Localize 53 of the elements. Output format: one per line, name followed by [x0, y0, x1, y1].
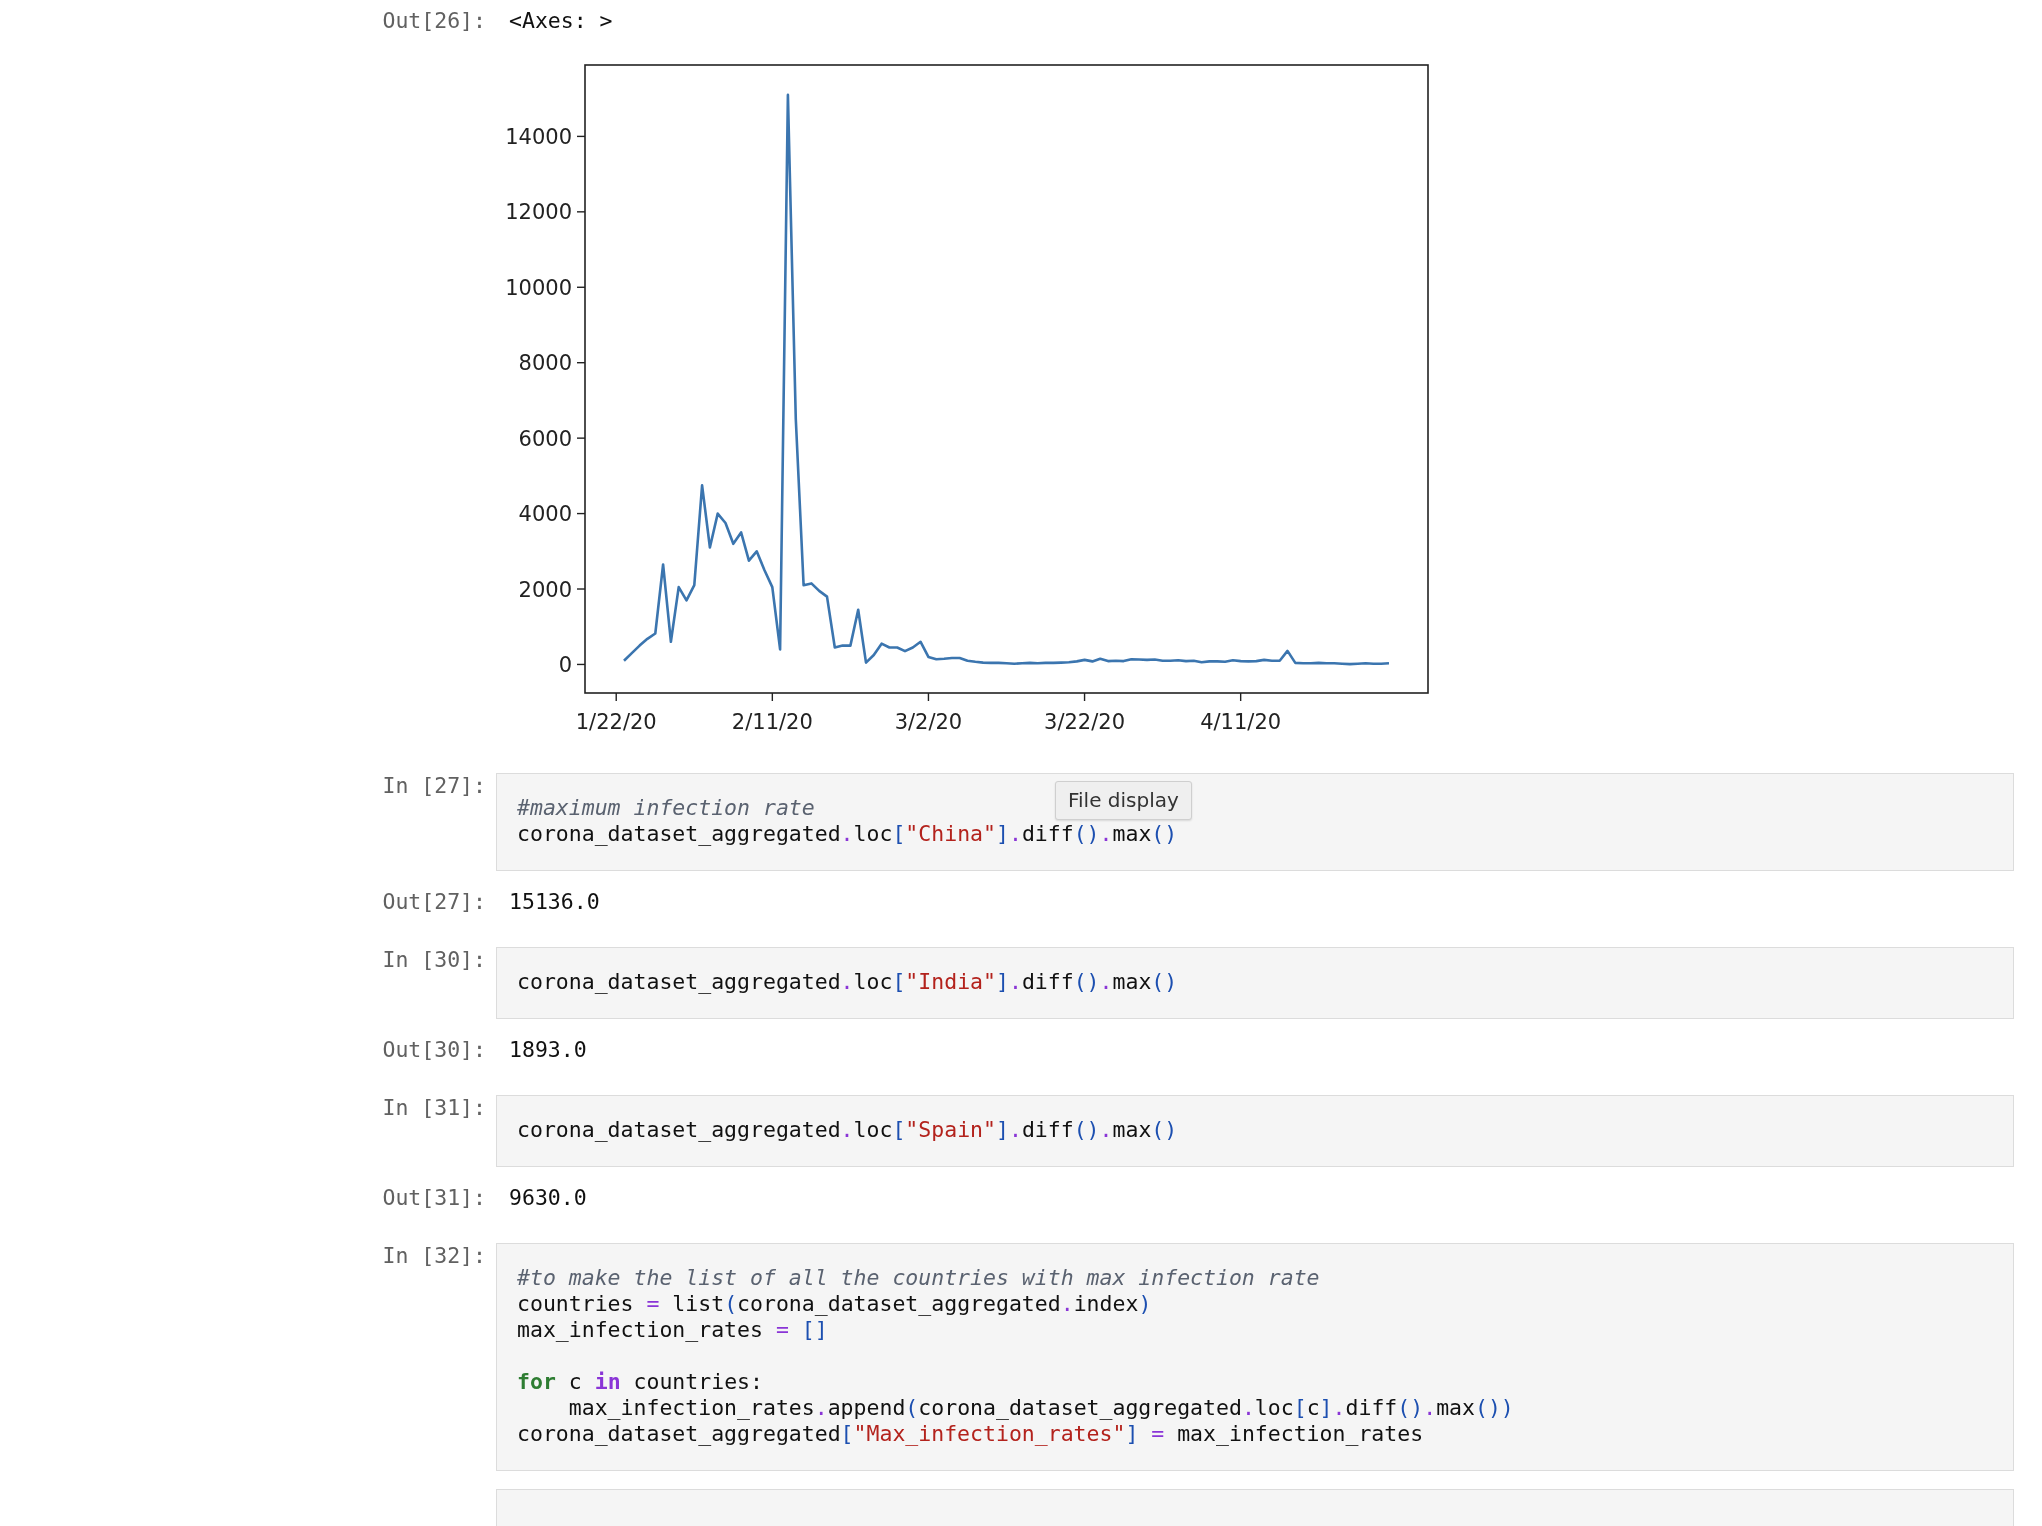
y-tick-label: 8000 [518, 351, 572, 376]
y-tick-label: 4000 [518, 502, 572, 527]
cell-prompt: In [32]: [382, 1242, 486, 1268]
code-line: corona_dataset_aggregated.loc["Spain"].diff().max() [517, 1117, 1178, 1143]
code-line: max_infection_rates = [] [517, 1317, 828, 1343]
code-line: max_infection_rates.append(corona_dataset_aggregated.loc[c].diff().max()) [567, 1395, 1514, 1421]
tick-mark [576, 588, 586, 590]
tick-mark [576, 512, 586, 515]
tick-mark [576, 211, 586, 213]
y-tick-label: 0 [558, 652, 572, 677]
output-text: 15136.0 [508, 889, 600, 915]
cell-prompt: Out[30]: [382, 1037, 486, 1063]
tick-mark [1083, 692, 1086, 702]
code-cell[interactable]: corona_dataset_aggregated.loc["India"].diff().max() [496, 947, 2014, 1019]
code-cell[interactable] [496, 1243, 2014, 1471]
x-tick-label: 1/22/20 [575, 710, 657, 734]
tick-mark [576, 362, 586, 364]
code-line: corona_dataset_aggregated.loc["India"].diff().max() [517, 969, 1178, 995]
y-tick-label: 14000 [505, 124, 572, 149]
cell-prompt: In [30]: [382, 946, 486, 972]
output-text: 9630.0 [508, 1185, 587, 1211]
code-line: for c in countries: [517, 1368, 763, 1395]
cell-prompt: Out[27]: [382, 889, 486, 915]
cell-prompt: Out[31]: [382, 1185, 486, 1211]
y-tick-label: 2000 [518, 577, 572, 602]
tick-mark [927, 692, 930, 702]
cell-prompt: In [31]: [382, 1094, 486, 1120]
tooltip: File display [1055, 781, 1192, 820]
cell-prompt: Out[26]: [382, 8, 486, 34]
cell-prompt: In [27]: [382, 772, 486, 798]
x-tick-label: 3/2/20 [894, 710, 963, 734]
tick-mark [576, 286, 586, 288]
x-tick-label: 2/11/20 [731, 710, 813, 734]
output-text: <Axes: > [508, 8, 613, 34]
y-tick-label: 6000 [518, 426, 572, 451]
code-cell[interactable] [496, 1489, 2014, 1526]
code-line: corona_dataset_aggregated["Max_infection_rates"] = max_infection_rates [517, 1421, 1424, 1447]
code-line: corona_dataset_aggregated.loc["China"].diff().max() [517, 821, 1178, 847]
tick-mark [771, 692, 774, 702]
x-tick-label: 4/11/20 [1200, 710, 1282, 734]
tick-mark [615, 692, 617, 702]
tick-mark [576, 663, 586, 666]
y-tick-label: 12000 [505, 200, 572, 225]
code-line: countries = list(corona_dataset_aggregated.index) [517, 1291, 1152, 1317]
code-line: #to make the list of all the countries with max infection rate [517, 1265, 1320, 1291]
tick-mark [576, 135, 586, 138]
tick-mark [576, 437, 586, 439]
tick-mark [1239, 692, 1242, 702]
y-tick-label: 10000 [505, 275, 572, 300]
code-line: #maximum infection rate [517, 795, 815, 821]
code-cell[interactable]: corona_dataset_aggregated.loc["Spain"].diff().max() [496, 1095, 2014, 1167]
output-text: 1893.0 [508, 1037, 587, 1063]
x-tick-label: 3/22/20 [1044, 710, 1126, 734]
